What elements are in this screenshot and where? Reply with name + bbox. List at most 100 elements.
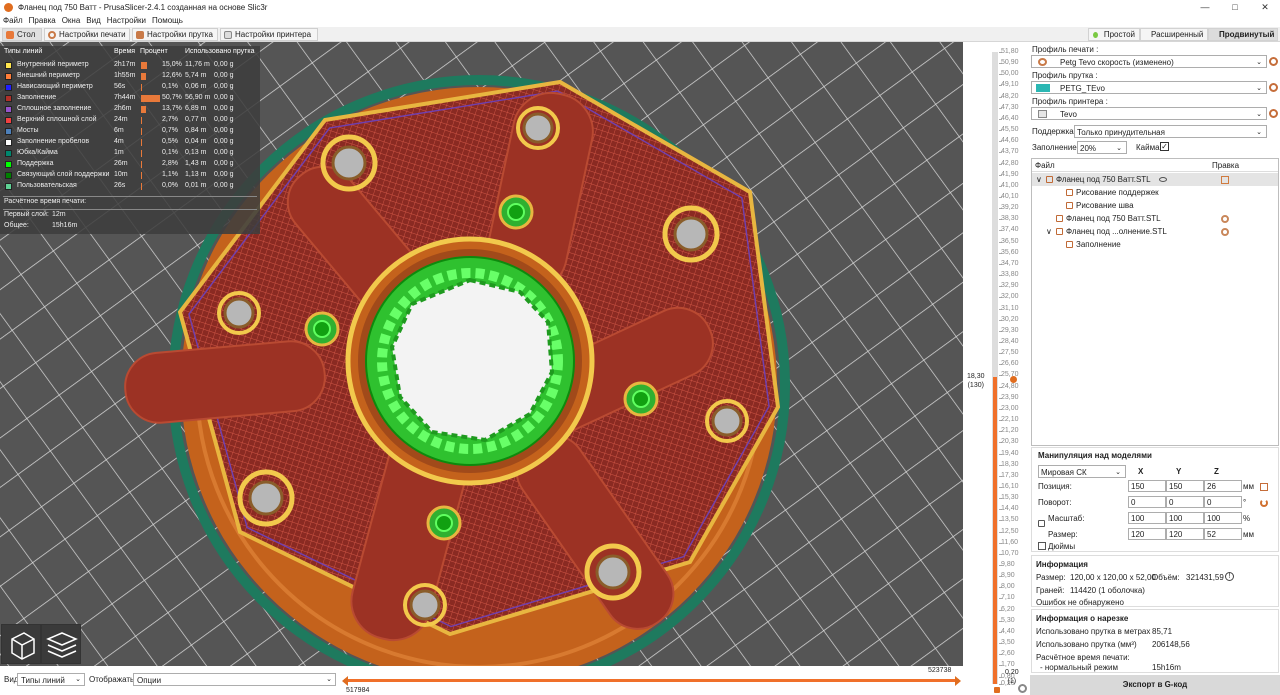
infill-select[interactable]: 20% ⌄ [1077, 141, 1127, 154]
legend-time: 24m [114, 116, 128, 123]
position-y-field[interactable]: 150 [1166, 480, 1204, 492]
slice-info-panel: Информация о нарезке Использовано прутка… [1031, 609, 1279, 673]
layer-min-label: 0,20 (1) [1005, 668, 1019, 686]
object-list-item[interactable]: ∨ Фланец под 750 Ватт.STL [1032, 173, 1278, 186]
mode-advanced-button[interactable]: Расширенный [1140, 28, 1208, 41]
object-list-item[interactable]: Рисование поддержек [1032, 186, 1278, 199]
info-size-label: Размер: [1036, 573, 1066, 582]
size-z-field[interactable]: 52 [1204, 528, 1242, 540]
tab-printer-settings[interactable]: Настройки принтера [220, 28, 318, 41]
export-gcode-button[interactable]: Экспорт в G-код [1030, 675, 1280, 695]
show-options-select[interactable]: Опции ⌄ [133, 673, 336, 686]
layer-tick-label: 47,30 [1001, 103, 1019, 111]
move-slider-left-thumb[interactable] [342, 676, 348, 686]
menu-windows[interactable]: Окна [62, 16, 81, 25]
minimize-icon[interactable]: — [1190, 0, 1220, 14]
info-icon[interactable]: ! [1225, 572, 1234, 581]
layer-tick-label: 46,40 [1001, 114, 1019, 122]
menu-view[interactable]: Вид [86, 16, 100, 25]
move-slider-right-thumb[interactable] [955, 676, 961, 686]
legend-weight: 0,00 g [214, 105, 234, 112]
layer-slider-settings-icon[interactable] [1018, 684, 1027, 693]
chevron-down-icon[interactable]: ∨ [1046, 227, 1052, 236]
chevron-down-icon[interactable]: ∨ [1036, 175, 1042, 184]
legend-swatch [5, 128, 12, 135]
chevron-down-icon: ⌄ [1256, 59, 1262, 66]
filament-color-icon [1036, 84, 1050, 92]
legend-percent: 0,1% [162, 149, 178, 156]
edit-icon[interactable] [1221, 176, 1229, 184]
size-y-field[interactable]: 120 [1166, 528, 1204, 540]
scale-y-field[interactable]: 100 [1166, 512, 1204, 524]
object-label: Рисование шва [1076, 201, 1134, 210]
layer-upper-thumb[interactable] [1010, 376, 1017, 383]
scale-z-field[interactable]: 100 [1204, 512, 1242, 524]
rotation-z-field[interactable]: 0 [1204, 496, 1242, 508]
position-x-field[interactable]: 150 [1128, 480, 1166, 492]
move-slider[interactable] [342, 676, 961, 686]
gear-icon[interactable] [1221, 228, 1229, 236]
filament-settings-icon[interactable] [1269, 83, 1278, 92]
coordinate-system-select[interactable]: Мировая СК ⌄ [1038, 465, 1126, 478]
layer-tick-label: 36,50 [1001, 237, 1019, 245]
menu-help[interactable]: Помощь [152, 16, 183, 25]
gear-icon[interactable] [1221, 215, 1229, 223]
layer-tick-label: 3,50 [1001, 639, 1015, 647]
print-profile-settings-icon[interactable] [1269, 57, 1278, 66]
3d-view-button[interactable] [1, 624, 41, 664]
rotation-x-field[interactable]: 0 [1128, 496, 1166, 508]
layer-tick-label: 7,10 [1001, 594, 1015, 602]
filament-profile-select[interactable]: PETG_TEvo ⌄ [1031, 81, 1267, 94]
legend-percent-bar [141, 62, 147, 69]
layer-tick-label: 38,30 [1001, 215, 1019, 223]
object-list-item[interactable]: Фланец под 750 Ватт.STL [1032, 212, 1278, 225]
preview-3d-canvas[interactable]: Типы линий Время Процент Использовано пр… [0, 42, 963, 666]
printer-profile-select[interactable]: Tevo ⌄ [1031, 107, 1267, 120]
chevron-down-icon: ⌄ [1256, 111, 1262, 118]
size-x-field[interactable]: 120 [1128, 528, 1166, 540]
close-icon[interactable]: ✕ [1250, 0, 1280, 14]
menu-file[interactable]: Файл [3, 16, 23, 25]
object-list-item[interactable]: Заполнение [1032, 238, 1278, 251]
printer-settings-icon[interactable] [1269, 109, 1278, 118]
object-list[interactable]: Файл Правка ∨ Фланец под 750 Ватт.STL Рисо… [1031, 158, 1279, 446]
central-hub [345, 236, 595, 486]
legend-weight: 0,00 g [214, 61, 234, 68]
drop-to-bed-icon[interactable] [1260, 483, 1268, 491]
object-icon [1066, 202, 1073, 209]
rotation-y-field[interactable]: 0 [1166, 496, 1204, 508]
filament-spool-icon [136, 30, 144, 39]
move-slider-min: 517984 [346, 687, 370, 694]
lock-icon[interactable] [994, 687, 1000, 693]
layers-view-button[interactable] [41, 624, 81, 664]
legend-first-layer-value: 12m [52, 211, 66, 218]
print-profile-select[interactable]: Petg Tevo скорость (изменено) ⌄ [1031, 55, 1267, 68]
inches-checkbox[interactable] [1038, 542, 1046, 550]
menu-edit[interactable]: Правка [29, 16, 56, 25]
gear-icon [1038, 58, 1047, 66]
object-list-item[interactable]: Рисование шва [1032, 199, 1278, 212]
view-type-select[interactable]: Типы линий ⌄ [17, 673, 85, 686]
maximize-icon[interactable]: □ [1220, 0, 1250, 14]
reset-rotation-icon[interactable] [1260, 499, 1268, 507]
eye-icon[interactable] [1159, 177, 1167, 182]
mode-simple-button[interactable]: Простой [1088, 28, 1140, 41]
legend-name: Нависающий периметр [17, 83, 93, 90]
object-list-item[interactable]: ∨ Фланец под ...олнение.STL [1032, 225, 1278, 238]
tab-filament-settings[interactable]: Настройки прутка [132, 28, 218, 41]
support-select[interactable]: Только принудительная ⌄ [1074, 125, 1267, 138]
mode-expert-button[interactable]: Продвинутый [1208, 28, 1278, 41]
brim-checkbox[interactable]: ✓ [1160, 142, 1169, 151]
legend-time: 6m [114, 127, 124, 134]
tab-plater[interactable]: Стол [2, 28, 42, 41]
legend-first-layer-label: Первый слой: [4, 211, 49, 218]
layer-slider-track[interactable] [992, 52, 998, 684]
scale-x-field[interactable]: 100 [1128, 512, 1166, 524]
layer-tick-label: 2,60 [1001, 650, 1015, 658]
tab-bar: Стол Настройки печати Настройки прутка Н… [0, 27, 1280, 42]
menu-settings[interactable]: Настройки [107, 16, 146, 25]
tab-print-settings[interactable]: Настройки печати [44, 28, 130, 41]
position-z-field[interactable]: 26 [1204, 480, 1242, 492]
lock-icon[interactable] [1038, 520, 1045, 527]
layer-slider[interactable]: 51,80 50,90 50,00 49,10 48,20 47,30 46,40 45,50… [963, 42, 1030, 695]
